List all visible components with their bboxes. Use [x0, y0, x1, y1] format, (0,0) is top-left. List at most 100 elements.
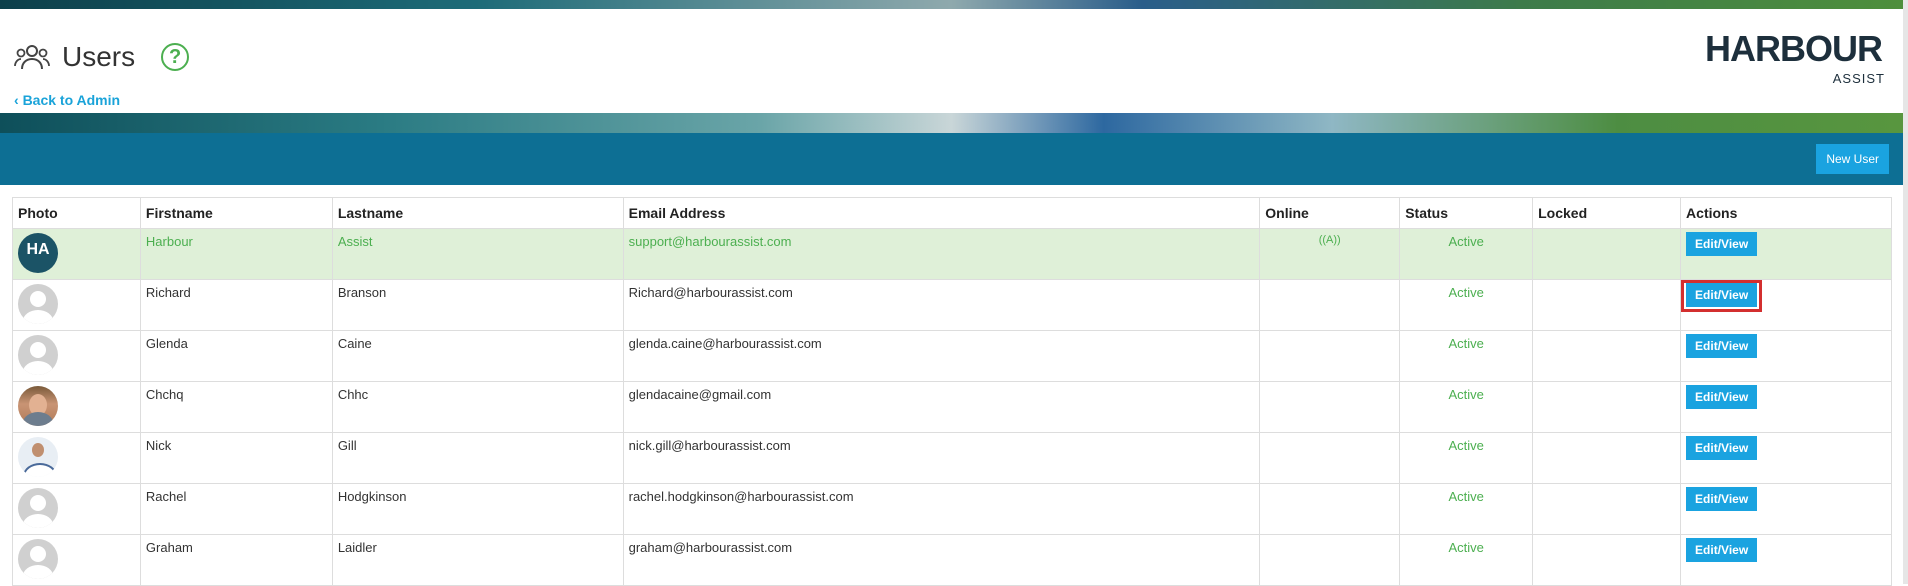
- lastname-cell: Laidler: [331, 534, 624, 586]
- photo-cell: [12, 534, 141, 586]
- table-row: Chchq Chhc glendacaine@gmail.com Active …: [12, 381, 1892, 433]
- back-to-admin-link[interactable]: ‹ Back to Admin: [14, 92, 120, 108]
- edit-view-button[interactable]: Edit/View: [1686, 334, 1758, 358]
- locked-cell: [1532, 330, 1682, 382]
- actions-cell: Edit/View: [1680, 330, 1892, 382]
- avatar: [18, 386, 58, 426]
- locked-cell: [1532, 483, 1682, 535]
- users-icon: [14, 45, 50, 70]
- toolbar: New User: [0, 133, 1903, 185]
- online-cell: [1259, 534, 1401, 586]
- photo-cell: [12, 330, 141, 382]
- avatar: [18, 539, 58, 579]
- firstname-cell: Richard: [139, 279, 333, 331]
- actions-cell: Edit/View: [1680, 279, 1892, 331]
- edit-view-button[interactable]: Edit/View: [1686, 538, 1758, 562]
- logo-main-text: HARBOUR: [1705, 28, 1883, 69]
- status-cell: Active: [1399, 534, 1534, 586]
- column-header-lastname: Lastname: [331, 197, 624, 229]
- online-cell: [1259, 330, 1401, 382]
- selected-highlight: Edit/View: [1681, 280, 1763, 312]
- edit-view-button[interactable]: Edit/View: [1686, 283, 1758, 307]
- table-row: Nick Gill nick.gill@harbourassist.com Ac…: [12, 432, 1892, 484]
- online-cell: [1259, 432, 1401, 484]
- email-cell: support@harbourassist.com: [622, 228, 1261, 280]
- new-user-button[interactable]: New User: [1816, 144, 1889, 174]
- help-icon[interactable]: ?: [161, 43, 190, 71]
- firstname-cell: Graham: [139, 534, 333, 586]
- online-cell: [1259, 483, 1401, 535]
- email-cell: graham@harbourassist.com: [622, 534, 1261, 586]
- column-header-email: Email Address: [622, 197, 1261, 229]
- email-cell: Richard@harbourassist.com: [622, 279, 1261, 331]
- page-header: Users ? ‹ Back to Admin HARBOUR ASSIST: [0, 9, 1903, 113]
- edit-view-button[interactable]: Edit/View: [1686, 385, 1758, 409]
- header-banner-image-bottom: [0, 113, 1903, 133]
- table-row: Graham Laidler graham@harbourassist.com …: [12, 534, 1892, 586]
- firstname-cell: Glenda: [139, 330, 333, 382]
- locked-cell: [1532, 279, 1682, 331]
- column-header-firstname: Firstname: [139, 197, 333, 229]
- column-header-online: Online: [1259, 197, 1401, 229]
- actions-cell: Edit/View: [1680, 432, 1892, 484]
- avatar: [18, 284, 58, 324]
- table-header-row: Photo Firstname Lastname Email Address O…: [12, 197, 1892, 229]
- lastname-cell: Caine: [331, 330, 624, 382]
- lastname-cell: Branson: [331, 279, 624, 331]
- status-cell: Active: [1399, 432, 1534, 484]
- locked-cell: [1532, 432, 1682, 484]
- table-row: HA Harbour Assist support@harbourassist.…: [12, 228, 1892, 280]
- table-row: Richard Branson Richard@harbourassist.co…: [12, 279, 1892, 331]
- lastname-cell: Hodgkinson: [331, 483, 624, 535]
- lastname-cell: Assist: [331, 228, 624, 280]
- column-header-photo: Photo: [12, 197, 141, 229]
- status-cell: Active: [1399, 228, 1534, 280]
- logo-sub-text: ASSIST: [1832, 71, 1885, 86]
- locked-cell: [1532, 381, 1682, 433]
- online-cell: [1259, 381, 1401, 433]
- online-cell: [1259, 279, 1401, 331]
- table-row: Glenda Caine glenda.caine@harbourassist.…: [12, 330, 1892, 382]
- edit-view-button[interactable]: Edit/View: [1686, 436, 1758, 460]
- firstname-cell: Rachel: [139, 483, 333, 535]
- header-banner-image-top: [0, 0, 1903, 9]
- actions-cell: Edit/View: [1680, 483, 1892, 535]
- page-title: Users: [62, 41, 136, 72]
- edit-view-button[interactable]: Edit/View: [1686, 487, 1758, 511]
- email-cell: glendacaine@gmail.com: [622, 381, 1261, 433]
- scrollbar[interactable]: [1903, 0, 1908, 584]
- firstname-cell: Chchq: [139, 381, 333, 433]
- avatar: [18, 488, 58, 528]
- avatar: [18, 335, 58, 375]
- harbour-assist-logo: HARBOUR ASSIST: [1705, 29, 1885, 87]
- photo-cell: HA: [12, 228, 141, 280]
- avatar-initials: HA: [26, 241, 50, 258]
- status-cell: Active: [1399, 330, 1534, 382]
- chevron-left-icon: ‹: [14, 92, 19, 108]
- photo-cell: [12, 381, 141, 433]
- actions-cell: Edit/View: [1680, 534, 1892, 586]
- actions-cell: Edit/View: [1680, 381, 1892, 433]
- column-header-locked: Locked: [1532, 197, 1682, 229]
- status-cell: Active: [1399, 381, 1534, 433]
- title-row: Users ?: [14, 41, 190, 73]
- locked-cell: [1532, 534, 1682, 586]
- firstname-cell: Nick: [139, 432, 333, 484]
- column-header-actions: Actions: [1680, 197, 1892, 229]
- email-cell: rachel.hodgkinson@harbourassist.com: [622, 483, 1261, 535]
- edit-view-button[interactable]: Edit/View: [1686, 232, 1758, 256]
- photo-cell: [12, 432, 141, 484]
- firstname-cell: Harbour: [139, 228, 333, 280]
- help-symbol: ?: [169, 45, 182, 68]
- avatar: HA: [18, 233, 58, 273]
- locked-cell: [1532, 228, 1682, 280]
- actions-cell: Edit/View: [1680, 228, 1892, 280]
- status-cell: Active: [1399, 279, 1534, 331]
- online-indicator-icon: ((A)): [1259, 228, 1401, 280]
- back-link-label: Back to Admin: [22, 92, 121, 108]
- photo-cell: [12, 483, 141, 535]
- lastname-cell: Chhc: [331, 381, 624, 433]
- status-cell: Active: [1399, 483, 1534, 535]
- users-table: Photo Firstname Lastname Email Address O…: [12, 197, 1892, 586]
- email-cell: nick.gill@harbourassist.com: [622, 432, 1261, 484]
